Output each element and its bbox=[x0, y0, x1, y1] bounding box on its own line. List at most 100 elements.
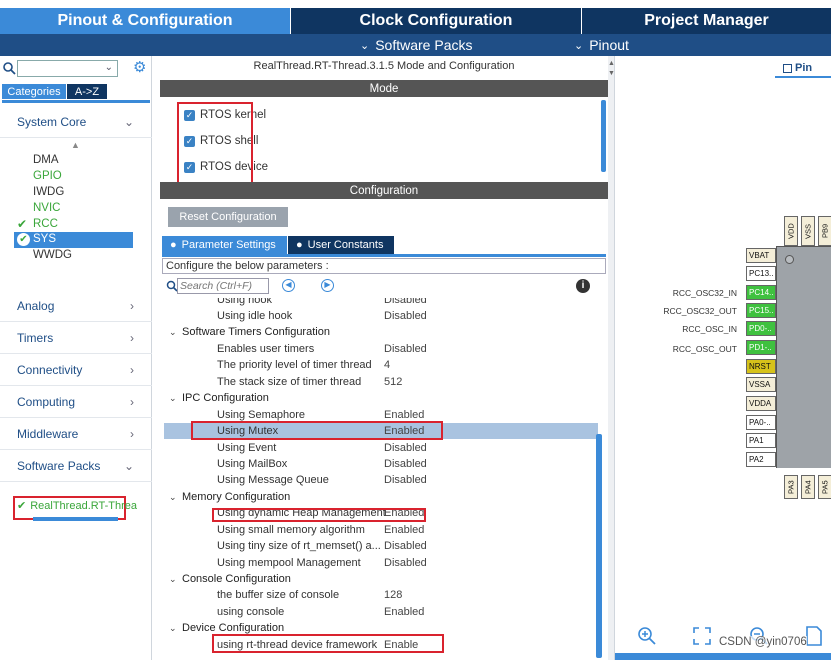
core-item-wwdg[interactable]: WWDG bbox=[33, 249, 72, 261]
tab-a-z-label: A->Z bbox=[74, 85, 100, 98]
mode-scrollbar[interactable] bbox=[601, 100, 606, 172]
pin-label: PA4 bbox=[803, 480, 813, 494]
gear-icon[interactable]: ⚙ bbox=[133, 60, 149, 76]
param-row[interactable]: using console Enabled bbox=[164, 604, 598, 620]
tab-underline bbox=[775, 76, 831, 78]
param-row[interactable]: Using mempool Management Disabled bbox=[164, 555, 598, 571]
param-group[interactable]: ⌄ Console Configuration bbox=[164, 571, 598, 587]
mode-rtos-device[interactable]: ✓ RTOS device bbox=[184, 161, 268, 173]
param-group[interactable]: ⌄ Memory Configuration bbox=[164, 489, 598, 505]
info-icon[interactable]: i bbox=[576, 279, 590, 293]
pin-pa2[interactable]: PA2 bbox=[746, 452, 776, 467]
pinout-view-panel: Pin VDD VSS PB9 RCC_OSC32_IN RCC_OSC32_O… bbox=[614, 56, 831, 660]
signal-label: RCC_OSC_OUT bbox=[672, 344, 737, 354]
pin-nrst[interactable]: NRST bbox=[746, 359, 776, 374]
parameter-scrollbar[interactable] bbox=[596, 434, 602, 658]
param-group[interactable]: ⌄ Software Timers Configuration bbox=[164, 324, 598, 340]
mode-rtos-shell[interactable]: ✓ RTOS shell bbox=[184, 135, 258, 147]
param-row[interactable]: The priority level of timer thread 4 bbox=[164, 357, 598, 373]
mode-label: RTOS shell bbox=[200, 135, 259, 147]
category-timers[interactable]: Timers › bbox=[0, 322, 152, 354]
param-row[interactable]: Using tiny size of rt_memset() a... Disab… bbox=[164, 538, 598, 554]
category-label: System Core bbox=[17, 114, 87, 129]
pin-vbat[interactable]: VBAT bbox=[746, 248, 776, 263]
pin-pc14[interactable]: PC14.. bbox=[746, 285, 776, 300]
pinout-menu[interactable]: ⌄ Pinout bbox=[574, 34, 629, 56]
pin-pd1[interactable]: PD1-.. bbox=[746, 340, 776, 355]
chip-icon bbox=[783, 63, 792, 73]
category-system-core[interactable]: System Core ⌄ bbox=[0, 106, 152, 138]
param-group[interactable]: ⌄ Device Configuration bbox=[164, 620, 598, 636]
software-packs-menu[interactable]: ⌄ Software Packs bbox=[360, 34, 472, 56]
pin-label: VSS bbox=[803, 223, 813, 239]
param-row[interactable]: Enables user timers Disabled bbox=[164, 341, 598, 357]
pin-pc13[interactable]: PC13.. bbox=[746, 266, 776, 281]
chevron-down-icon: ⌄ bbox=[360, 39, 370, 52]
chevron-right-icon: › bbox=[130, 330, 134, 345]
param-row[interactable]: using rt-thread device framework Enable bbox=[164, 637, 598, 653]
pin-vdd[interactable]: VDD bbox=[784, 216, 798, 246]
tab-project-manager[interactable]: Project Manager bbox=[582, 8, 831, 34]
checkbox-checked-icon: ✓ bbox=[184, 135, 195, 147]
mode-rtos-kernel[interactable]: ✓ RTOS kernel bbox=[184, 109, 266, 121]
pin-pa1[interactable]: PA1 bbox=[746, 433, 776, 448]
param-row[interactable]: the buffer size of console 128 bbox=[164, 587, 598, 603]
param-row[interactable]: Using Message Queue Disabled bbox=[164, 472, 598, 488]
configure-hint: Configure the below parameters : bbox=[162, 258, 606, 274]
parameter-search-input[interactable] bbox=[177, 278, 269, 294]
param-row-selected[interactable]: Using Mutex Enabled bbox=[164, 423, 598, 440]
pin-vss[interactable]: VSS bbox=[801, 216, 815, 246]
pin-pa3[interactable]: PA3 bbox=[784, 475, 798, 499]
fit-screen-icon[interactable] bbox=[693, 627, 711, 645]
pin-pc15[interactable]: PC15.. bbox=[746, 303, 776, 318]
pin-vssa[interactable]: VSSA bbox=[746, 377, 776, 392]
core-item-iwdg[interactable]: IWDG bbox=[33, 186, 64, 198]
pin-pa5[interactable]: PA5 bbox=[818, 475, 831, 499]
pinout-view-tab[interactable]: Pin bbox=[783, 60, 831, 76]
pin-pa4[interactable]: PA4 bbox=[801, 475, 815, 499]
category-connectivity[interactable]: Connectivity › bbox=[0, 354, 152, 386]
core-item-dma[interactable]: DMA bbox=[33, 154, 59, 166]
param-row[interactable]: Using idle hook Disabled bbox=[164, 308, 598, 324]
param-row[interactable]: Using Semaphore Enabled bbox=[164, 407, 598, 423]
category-computing[interactable]: Computing › bbox=[0, 386, 152, 418]
export-icon[interactable] bbox=[805, 626, 823, 646]
horizontal-scrollbar[interactable] bbox=[615, 653, 831, 660]
tab-a-z[interactable]: A->Z bbox=[67, 84, 107, 99]
chevron-right-icon: › bbox=[130, 394, 134, 409]
chevron-right-icon: › bbox=[130, 426, 134, 441]
param-row[interactable]: Using small memory algorithm Enabled bbox=[164, 522, 598, 538]
category-label: Timers bbox=[17, 330, 54, 345]
reset-configuration-button[interactable]: Reset Configuration bbox=[168, 207, 288, 227]
core-item-gpio[interactable]: GPIO bbox=[33, 170, 62, 182]
core-item-nvic[interactable]: NVIC bbox=[33, 202, 60, 214]
tab-parameter-settings[interactable]: ● Parameter Settings bbox=[162, 236, 287, 254]
category-search-input[interactable]: ⌄ bbox=[17, 60, 118, 77]
previous-result-icon[interactable]: ◀ bbox=[282, 279, 295, 292]
pin-pa0[interactable]: PA0-.. bbox=[746, 415, 776, 430]
core-item-rcc[interactable]: RCC bbox=[33, 218, 58, 230]
next-result-icon[interactable]: ▶ bbox=[321, 279, 334, 292]
param-group[interactable]: ⌄ IPC Configuration bbox=[164, 390, 598, 406]
param-row[interactable]: Using dynamic Heap Management Enabled bbox=[164, 505, 598, 521]
pin-label: PA0-.. bbox=[749, 418, 771, 427]
tab-clock-configuration[interactable]: Clock Configuration bbox=[291, 8, 581, 34]
pin-vdda[interactable]: VDDA bbox=[746, 396, 776, 411]
category-software-packs[interactable]: Software Packs ⌄ bbox=[0, 450, 152, 482]
tab-pinout-configuration[interactable]: Pinout & Configuration bbox=[0, 8, 290, 34]
pin-pb9[interactable]: PB9 bbox=[818, 216, 831, 246]
category-analog[interactable]: Analog › bbox=[0, 290, 152, 322]
tab-user-constants[interactable]: ● User Constants bbox=[288, 236, 394, 254]
param-row[interactable]: Using hook Disabled bbox=[164, 298, 598, 308]
param-row[interactable]: The stack size of timer thread 512 bbox=[164, 374, 598, 390]
signal-label: RCC_OSC_IN bbox=[682, 324, 737, 334]
pack-item-rtthread[interactable]: ✔ RealThread.RT-Threa bbox=[17, 499, 137, 513]
selected-row[interactable]: ✔ SYS bbox=[14, 232, 133, 248]
pin-pd0[interactable]: PD0-.. bbox=[746, 321, 776, 336]
category-middleware[interactable]: Middleware › bbox=[0, 418, 152, 450]
tab-categories[interactable]: Categories bbox=[2, 84, 66, 99]
zoom-in-icon[interactable] bbox=[637, 626, 657, 646]
param-row[interactable]: Using MailBox Disabled bbox=[164, 456, 598, 472]
chevron-down-icon: ⌄ bbox=[123, 458, 134, 473]
param-row[interactable]: Using Event Disabled bbox=[164, 440, 598, 456]
